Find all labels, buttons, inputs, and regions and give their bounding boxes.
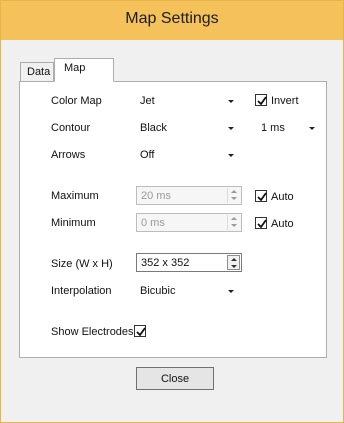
arrows-dropdown[interactable]: Off <box>136 145 244 165</box>
close-button[interactable]: Close <box>136 367 214 390</box>
contour-step-dropdown[interactable]: 1 ms <box>255 118 321 138</box>
checkmark-icon <box>257 219 267 229</box>
chevron-down-icon <box>309 127 315 130</box>
checkmark-icon <box>136 327 146 337</box>
spin-up-icon <box>231 217 237 220</box>
maximum-value: 20 ms <box>141 190 171 202</box>
invert-label: Invert <box>271 95 299 107</box>
arrows-value: Off <box>140 149 155 161</box>
title-bar[interactable]: Map Settings <box>1 1 343 40</box>
minimum-spinbox[interactable]: 0 ms <box>136 213 242 232</box>
color-map-value: Jet <box>140 95 155 107</box>
color-map-dropdown[interactable]: Jet <box>136 91 244 111</box>
maximum-auto-label: Auto <box>271 191 294 203</box>
window-title: Map Settings <box>125 10 219 27</box>
contour-label: Contour <box>51 122 91 134</box>
chevron-down-icon <box>228 290 234 293</box>
spin-buttons[interactable] <box>227 215 240 230</box>
contour-step-value: 1 ms <box>261 122 285 134</box>
size-label: Size (W x H) <box>51 258 113 270</box>
minimum-label: Minimum <box>51 217 96 229</box>
contour-value: Black <box>140 122 167 134</box>
interpolation-value: Bicubic <box>140 285 176 297</box>
spin-up-icon <box>231 190 237 193</box>
show-electrodes-checkbox[interactable] <box>134 325 146 337</box>
contour-dropdown[interactable]: Black <box>136 118 244 138</box>
invert-checkbox[interactable] <box>255 94 267 106</box>
spin-up-icon <box>231 258 237 261</box>
chevron-down-icon <box>228 127 234 130</box>
minimum-auto-label: Auto <box>271 218 294 230</box>
checkmark-icon <box>257 96 267 106</box>
maximum-auto-checkbox[interactable] <box>255 190 267 202</box>
color-map-label: Color Map <box>51 95 102 107</box>
checkmark-icon <box>257 192 267 202</box>
maximum-spinbox[interactable]: 20 ms <box>136 186 242 205</box>
spin-down-icon <box>231 224 237 227</box>
show-electrodes-label: Show Electrodes <box>51 326 134 338</box>
minimum-value: 0 ms <box>141 217 165 229</box>
maximum-label: Maximum <box>51 190 99 202</box>
tab-data[interactable]: Data <box>20 62 54 81</box>
spin-buttons[interactable] <box>227 188 240 203</box>
arrows-label: Arrows <box>51 149 86 161</box>
chevron-down-icon <box>228 100 234 103</box>
spin-down-icon <box>231 265 237 268</box>
tab-map[interactable]: Map <box>54 58 114 82</box>
size-value: 352 x 352 <box>141 257 190 269</box>
spin-down-icon <box>231 197 237 200</box>
size-spinbox[interactable]: 352 x 352 <box>136 253 242 272</box>
minimum-auto-checkbox[interactable] <box>255 217 267 229</box>
spin-buttons[interactable] <box>227 255 240 270</box>
chevron-down-icon <box>228 154 234 157</box>
interpolation-label: Interpolation <box>51 285 112 297</box>
interpolation-dropdown[interactable]: Bicubic <box>136 281 244 301</box>
